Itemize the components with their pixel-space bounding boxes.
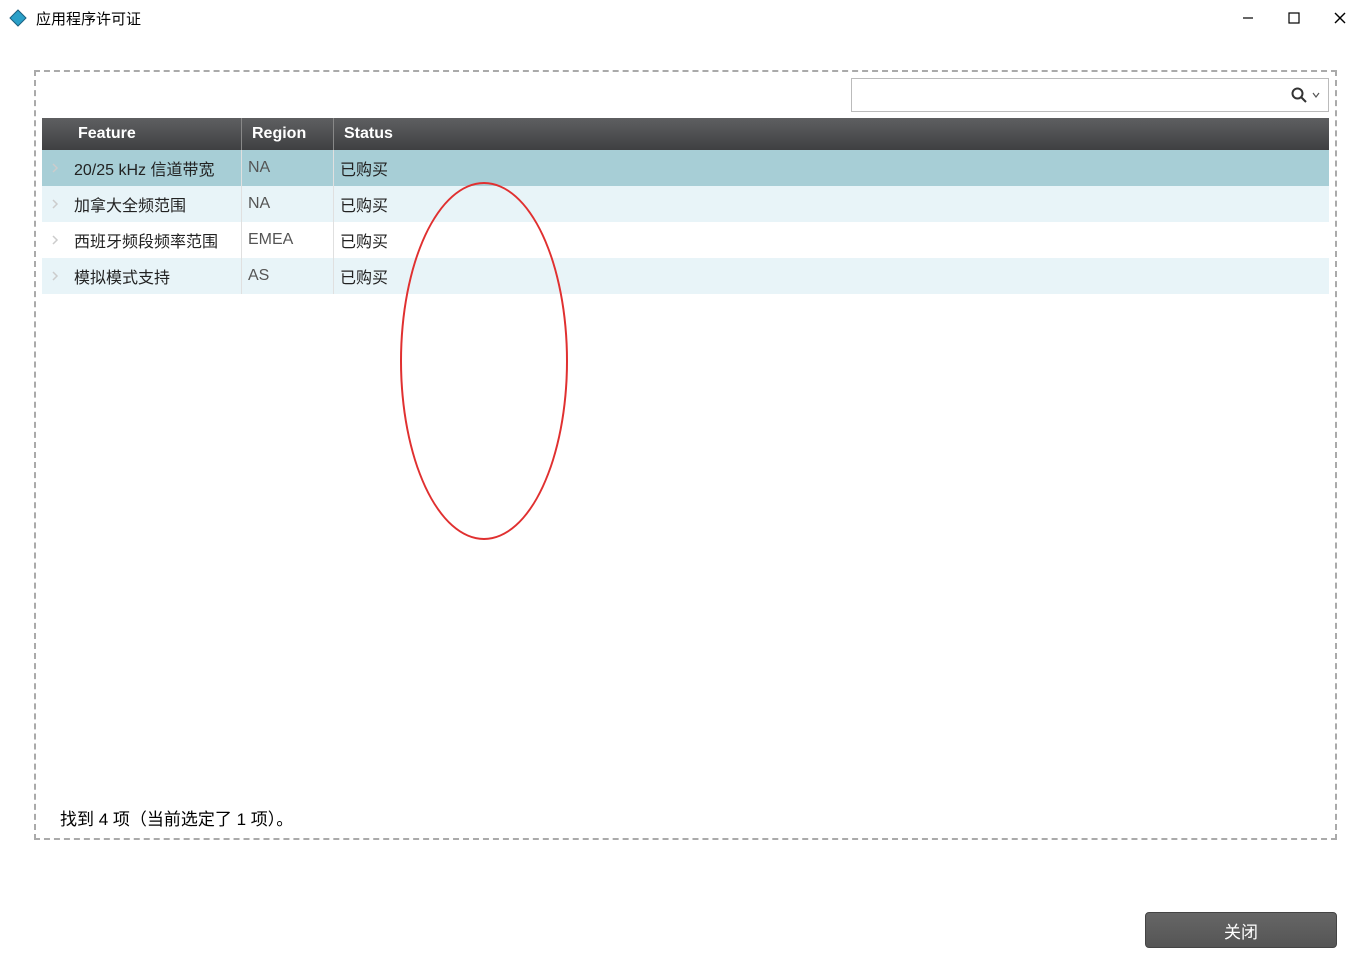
table-row[interactable]: 模拟模式支持AS已购买 (42, 258, 1329, 294)
cell-region: EMEA (242, 222, 334, 258)
table-row[interactable]: 西班牙频段频率范围EMEA已购买 (42, 222, 1329, 258)
search-icon (1290, 86, 1308, 104)
column-expand (42, 118, 68, 150)
cell-status: 已购买 (334, 186, 426, 222)
search-row (42, 78, 1329, 112)
cell-status: 已购买 (334, 150, 426, 186)
cell-region: NA (242, 150, 334, 186)
search-button[interactable] (1290, 86, 1320, 104)
status-text: 找到 4 项（当前选定了 1 项）。 (60, 805, 293, 830)
app-icon (8, 8, 28, 28)
expand-chevron-icon[interactable] (42, 258, 68, 294)
window-controls (1225, 3, 1363, 33)
column-header-feature[interactable]: Feature (68, 118, 242, 150)
maximize-button[interactable] (1271, 3, 1317, 33)
expand-chevron-icon[interactable] (42, 186, 68, 222)
column-header-status[interactable]: Status (334, 118, 426, 150)
titlebar: 应用程序许可证 (0, 0, 1371, 36)
table-body: 20/25 kHz 信道带宽NA已购买加拿大全频范围NA已购买西班牙频段频率范围… (42, 150, 1329, 294)
table-header: Feature Region Status (42, 118, 1329, 150)
column-header-region[interactable]: Region (242, 118, 334, 150)
cell-region: NA (242, 186, 334, 222)
window-title: 应用程序许可证 (36, 8, 1225, 29)
close-button[interactable]: 关闭 (1145, 912, 1337, 948)
minimize-button[interactable] (1225, 3, 1271, 33)
cell-feature: 模拟模式支持 (68, 258, 242, 294)
cell-region: AS (242, 258, 334, 294)
cell-feature: 20/25 kHz 信道带宽 (68, 150, 242, 186)
cell-status: 已购买 (334, 258, 426, 294)
cell-feature: 加拿大全频范围 (68, 186, 242, 222)
table-row[interactable]: 20/25 kHz 信道带宽NA已购买 (42, 150, 1329, 186)
chevron-down-icon (1312, 91, 1320, 99)
search-box[interactable] (851, 78, 1329, 112)
content-panel: Feature Region Status 20/25 kHz 信道带宽NA已购… (34, 70, 1337, 840)
cell-feature: 西班牙频段频率范围 (68, 222, 242, 258)
table-row[interactable]: 加拿大全频范围NA已购买 (42, 186, 1329, 222)
close-window-button[interactable] (1317, 3, 1363, 33)
cell-status: 已购买 (334, 222, 426, 258)
expand-chevron-icon[interactable] (42, 150, 68, 186)
expand-chevron-icon[interactable] (42, 222, 68, 258)
search-input[interactable] (860, 79, 1290, 111)
footer: 关闭 (1145, 912, 1337, 948)
